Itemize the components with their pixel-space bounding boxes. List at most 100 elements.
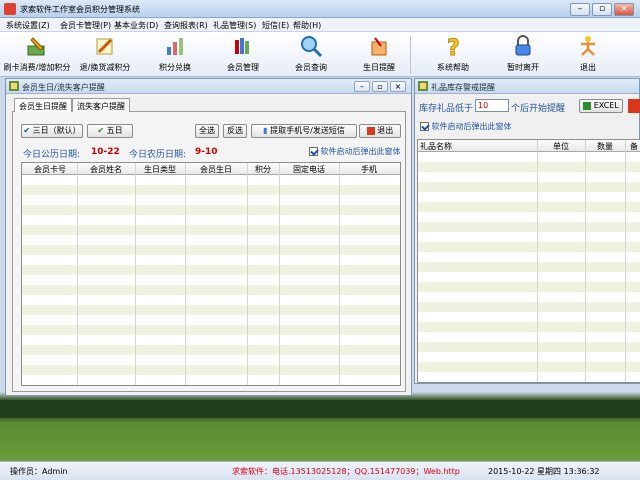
select-all-button[interactable]: 全选 — [195, 124, 219, 138]
five-days-label: 五日 — [106, 126, 123, 135]
col-divider — [279, 163, 280, 385]
window-close-button[interactable]: × — [390, 81, 406, 92]
birthday-table-header: 会员卡号 会员姓名 生日类型 会员生日 积分 固定电话 手机 — [22, 163, 400, 175]
toolbar-label: 退/换货减积分 — [79, 63, 131, 72]
col-member-name[interactable]: 会员姓名 — [78, 164, 134, 175]
col-unit[interactable]: 单位 — [538, 141, 584, 152]
app-title: 求索软件工作室会员积分管理系统 — [20, 5, 140, 14]
status-bar: 操作员：Admin 求索软件：电话.13513025128；QQ.1514770… — [0, 461, 640, 480]
birthday-card-icon — [371, 37, 387, 56]
toolbar-separator — [410, 36, 411, 74]
window-icon — [9, 81, 19, 91]
col-member-birthday[interactable]: 会员生日 — [186, 164, 246, 175]
window-icon — [418, 81, 428, 91]
menu-card[interactable]: 会员卡管理(P) — [60, 20, 111, 31]
excel-export-button[interactable]: EXCEL — [579, 99, 623, 113]
gift-table-body — [418, 152, 640, 382]
col-card-no[interactable]: 会员卡号 — [24, 164, 76, 175]
menu-business[interactable]: 基本业务(D) — [114, 20, 158, 31]
gift-window-titlebar: 礼品库存警戒提醒 — [415, 79, 639, 94]
stock-label-post: 个后开始提醒 — [511, 104, 566, 114]
excel-label: EXCEL — [593, 101, 619, 110]
col-points[interactable]: 积分 — [248, 164, 278, 175]
gift-table-header: 礼品名称 单位 数量 备 — [418, 140, 640, 152]
stock-threshold-input[interactable] — [475, 99, 509, 112]
gift-popup-checkbox-row[interactable]: 软件启动后弹出此窗体 — [420, 121, 512, 132]
excel-icon — [583, 101, 592, 110]
gift-popup-checkbox-label: 软件启动后弹出此窗体 — [431, 122, 512, 131]
tab-birthday-remind[interactable]: 会员生日提醒 — [14, 98, 72, 113]
svg-text:?: ? — [447, 36, 460, 58]
col-divider — [135, 163, 136, 385]
menu-bar: 系统设置(Z) 会员卡管理(P) 基本业务(D) 查询报表(R) 礼品管理(S)… — [0, 18, 640, 32]
member-query-button[interactable]: 会员查询 — [286, 34, 336, 76]
col-birthday-type[interactable]: 生日类型 — [136, 164, 184, 175]
window-exit-label: 退出 — [377, 126, 394, 135]
menu-help[interactable]: 帮助(H) — [293, 20, 321, 31]
exit-button[interactable]: 退出 — [568, 34, 608, 76]
gift-table: 礼品名称 单位 数量 备 — [417, 139, 640, 383]
question-icon: ? — [447, 36, 461, 59]
col-divider — [77, 163, 78, 385]
return-minus-points-button[interactable]: 退/换货减积分 — [76, 34, 134, 76]
gift-window-clipped-button[interactable] — [628, 99, 640, 113]
col-remark[interactable]: 备 — [626, 141, 640, 152]
tab-lost-customer[interactable]: 流失客户提醒 — [72, 98, 130, 112]
five-days-button[interactable]: ✔ 五日 — [87, 124, 133, 138]
consume-add-points-button[interactable]: 刷卡消费/增加积分 — [2, 34, 72, 76]
gift-popup-checkbox[interactable] — [420, 122, 429, 131]
invert-select-button[interactable]: 反选 — [223, 124, 247, 138]
toolbar-label: 系统帮助 — [437, 63, 469, 72]
fetch-phone-label: 提取手机号/发送短信 — [270, 126, 345, 135]
col-quantity[interactable]: 数量 — [586, 141, 624, 152]
window-exit-button[interactable]: 退出 — [359, 124, 401, 138]
temp-leave-button[interactable]: 暂时离开 — [498, 34, 548, 76]
exit-person-icon — [581, 36, 595, 56]
col-divider — [185, 163, 186, 385]
window-minimize-button[interactable]: – — [354, 81, 370, 92]
points-exchange-button[interactable]: 积分兑换 — [150, 34, 200, 76]
birthday-window-title: 会员生日/流失客户提醒 — [22, 83, 105, 92]
toolbar-label: 暂时离开 — [507, 63, 539, 72]
gift-window-title: 礼品库存警戒提醒 — [431, 83, 495, 92]
toolbar-label: 积分兑换 — [159, 63, 191, 72]
menu-report[interactable]: 查询报表(R) — [164, 20, 208, 31]
birthday-remind-button[interactable]: 生日提醒 — [356, 34, 402, 76]
birthday-table: 会员卡号 会员姓名 生日类型 会员生日 积分 固定电话 手机 — [21, 162, 401, 386]
birthday-table-body — [22, 175, 400, 385]
col-phone[interactable]: 固定电话 — [280, 164, 338, 175]
popup-checkbox[interactable] — [309, 147, 318, 156]
pen-card-icon — [27, 37, 45, 56]
member-manage-button[interactable]: 会员管理 — [218, 34, 268, 76]
menu-sms[interactable]: 短信(E) — [262, 20, 289, 31]
magnifier-icon — [301, 36, 323, 58]
gift-window: 礼品库存警戒提醒 库存礼品低于 个后开始提醒 EXCEL 软件启动后弹出此窗体 … — [414, 78, 640, 384]
fetch-phone-send-sms-button[interactable]: ▮ 提取手机号/发送短信 — [251, 124, 357, 138]
col-gift-name[interactable]: 礼品名称 — [420, 141, 480, 152]
minimize-button[interactable]: – — [570, 3, 590, 16]
col-divider — [585, 140, 586, 382]
window-restore-button[interactable]: ▫ — [372, 81, 388, 92]
toolbar: 刷卡消费/增加积分 退/换货减积分 积分兑换 会员管理 会员查询 生日提醒 ? … — [0, 32, 640, 77]
exchange-chart-icon — [167, 38, 183, 55]
col-mobile[interactable]: 手机 — [340, 164, 398, 175]
popup-checkbox-row[interactable]: 软件启动后弹出此窗体 — [309, 146, 401, 157]
menu-gift[interactable]: 礼品管理(S) — [213, 20, 256, 31]
solar-date-value: 10-22 — [91, 147, 120, 157]
check-icon: ✔ — [23, 126, 31, 135]
stock-label-pre: 库存礼品低于 — [419, 104, 474, 114]
status-contact: 求索软件：电话.13513025128；QQ.151477039；Web.htt… — [232, 467, 460, 476]
birthday-window: 会员生日/流失客户提醒 – ▫ × 会员生日提醒 流失客户提醒 ✔ 三日（默认）… — [5, 78, 412, 396]
app-titlebar: 求索软件工作室会员积分管理系统 – ▫ × — [0, 0, 640, 18]
maximize-button[interactable]: ▫ — [592, 3, 612, 16]
toolbar-label: 生日提醒 — [363, 63, 395, 72]
three-days-button[interactable]: ✔ 三日（默认） — [21, 124, 83, 138]
exit-icon — [366, 126, 375, 135]
system-help-button[interactable]: ? 系统帮助 — [428, 34, 478, 76]
status-operator: 操作员：Admin — [10, 467, 68, 476]
popup-checkbox-label: 软件启动后弹出此窗体 — [320, 147, 401, 156]
menu-system[interactable]: 系统设置(Z) — [6, 20, 50, 31]
close-button[interactable]: × — [614, 3, 634, 16]
lunar-date-value: 9-10 — [195, 147, 218, 157]
toolbar-label: 退出 — [580, 63, 596, 72]
